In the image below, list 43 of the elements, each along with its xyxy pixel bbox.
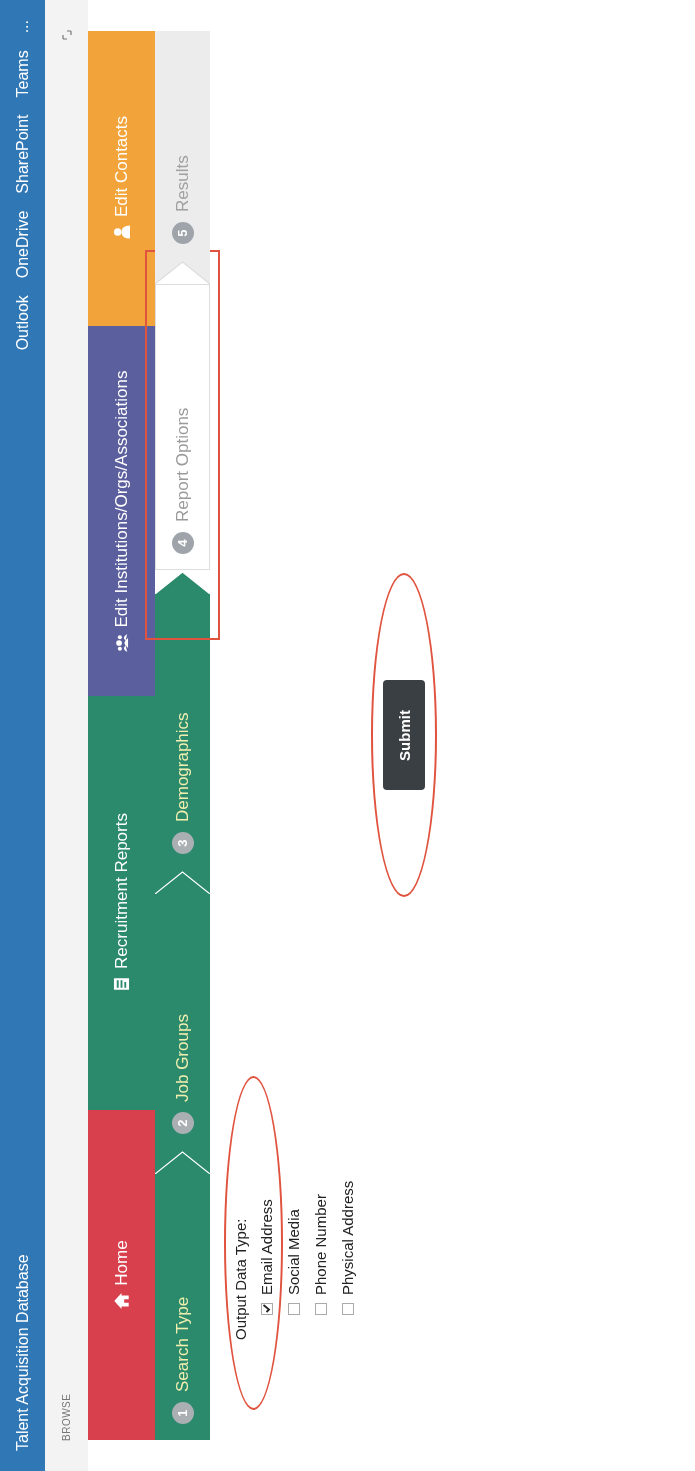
checkbox[interactable] xyxy=(341,1303,354,1315)
app-link[interactable]: Teams xyxy=(13,50,32,98)
checkbox-label: Phone Number xyxy=(312,1194,329,1295)
site-title: Talent Acquisition Database xyxy=(13,1253,32,1451)
step-label: Report Options xyxy=(172,407,193,522)
nav-tile-label: Home xyxy=(111,1240,132,1286)
step-number: 3 xyxy=(171,832,194,854)
nav-tile-label: Edit Institutions/Orgs/Associations xyxy=(111,370,132,628)
submit-button[interactable]: Submit xyxy=(383,680,425,791)
ribbon-tab[interactable]: BROWSE xyxy=(61,1393,72,1441)
wizard-step[interactable]: 1 Search Type xyxy=(155,1174,210,1440)
step-label: Results xyxy=(172,155,193,212)
step-label: Demographics xyxy=(172,712,193,822)
wizard-step[interactable]: 2 Job Groups xyxy=(155,894,210,1150)
nav-tile[interactable]: Home xyxy=(88,1110,155,1440)
checkbox[interactable] xyxy=(287,1303,300,1315)
nav-tile[interactable]: Edit Institutions/Orgs/Associations xyxy=(88,326,155,696)
step-chevron xyxy=(155,570,210,594)
step-number: 1 xyxy=(171,1402,194,1424)
wizard-step[interactable]: 5 Results xyxy=(155,31,210,260)
checkbox-label: Social Media xyxy=(285,1209,302,1295)
app-link[interactable]: Outlook xyxy=(13,295,32,351)
field-label: Output Data Type: xyxy=(232,1217,249,1340)
focus-icon[interactable] xyxy=(61,30,72,40)
step-label: Job Groups xyxy=(172,1014,193,1102)
app-link[interactable]: OneDrive xyxy=(13,210,32,279)
checkbox[interactable] xyxy=(260,1303,273,1315)
step-label: Search Type xyxy=(172,1296,193,1392)
step-number: 5 xyxy=(171,222,194,244)
checkbox[interactable] xyxy=(314,1303,327,1315)
step-number: 2 xyxy=(171,1112,194,1134)
home-icon xyxy=(113,1291,130,1310)
nav-tile-label: Edit Contacts xyxy=(111,115,132,218)
app-link[interactable]: ... xyxy=(13,20,32,34)
app-link[interactable]: SharePoint xyxy=(13,114,32,194)
nav-tile[interactable]: Recruitment Reports xyxy=(88,696,155,1110)
people-icon xyxy=(113,633,130,652)
person-icon xyxy=(113,223,130,242)
step-number: 4 xyxy=(171,532,194,554)
checkbox-label: Email Address xyxy=(258,1199,275,1295)
step-chevron xyxy=(155,260,210,284)
checkbox-label: Physical Address xyxy=(339,1180,356,1295)
nav-tile-label: Recruitment Reports xyxy=(111,813,132,969)
